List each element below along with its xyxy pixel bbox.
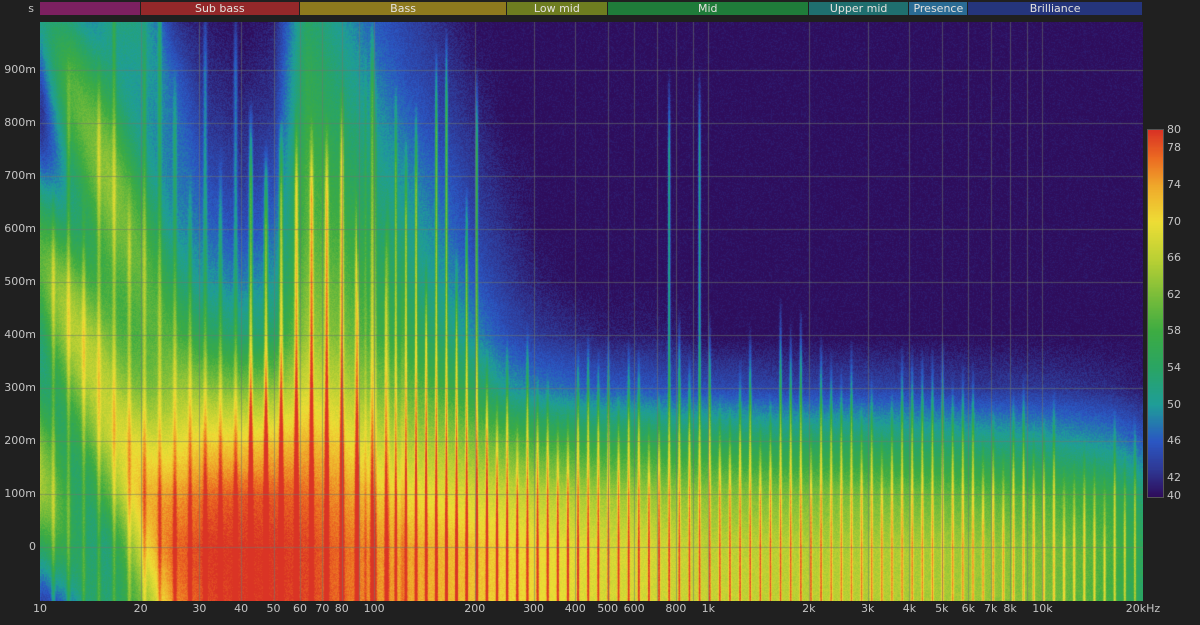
colorbar-tick-label: 70: [1167, 214, 1181, 228]
frequency-tick-label: 10k: [1032, 602, 1053, 615]
time-tick-label: 500m: [4, 275, 36, 288]
band-label: Presence: [913, 2, 964, 15]
band-segment: Low mid: [507, 2, 607, 15]
frequency-tick-label: 1k: [701, 602, 715, 615]
colorbar-tick-label: 54: [1167, 360, 1181, 374]
band-segment: [40, 2, 140, 15]
colorbar-tick-label: 66: [1167, 251, 1181, 265]
time-tick-label: 400m: [4, 328, 36, 341]
frequency-tick-label: 300: [523, 602, 545, 615]
colorbar-tick-label: 42: [1167, 470, 1181, 484]
frequency-tick-label: 500: [597, 602, 619, 615]
frequency-tick-label: 5k: [935, 602, 949, 615]
time-tick-label: 100m: [4, 487, 36, 500]
band-segment: Upper mid: [808, 2, 909, 15]
frequency-tick-label: 2k: [802, 602, 816, 615]
colorbar-tick-label: 80: [1167, 123, 1181, 136]
frequency-tick-label: 40: [234, 602, 249, 615]
colorbar-tick-label: 50: [1167, 397, 1181, 411]
band-label: Mid: [698, 2, 718, 15]
band-segment: Bass: [300, 2, 507, 15]
band-segment: Sub bass: [140, 2, 299, 15]
frequency-tick-label: 80: [334, 602, 349, 615]
band-label: Bass: [390, 2, 416, 15]
spectrogram-canvas[interactable]: [40, 22, 1143, 601]
band-segment: Brilliance: [968, 2, 1142, 15]
colorbar-tick-label: 62: [1167, 287, 1181, 301]
frequency-tick-label: 8k: [1003, 602, 1017, 615]
time-tick-label: 900m: [4, 63, 36, 76]
band-segment: Mid: [607, 2, 808, 15]
frequency-tick-label: 600: [623, 602, 645, 615]
time-tick-label: 0: [29, 540, 36, 553]
colorbar-tick-label: 46: [1167, 434, 1181, 448]
colorbar-tick-label: 58: [1167, 324, 1181, 338]
frequency-tick-label: 4k: [902, 602, 917, 615]
frequency-tick-label: 70: [315, 602, 330, 615]
band-label: Upper mid: [829, 2, 888, 15]
time-tick-label: 700m: [4, 169, 36, 182]
frequency-tick-label: 800: [665, 602, 687, 615]
frequency-tick-label: 6k: [961, 602, 975, 615]
spectrogram-app-window: s Sub bass Bass Low mid Mid Upper mid Presenc…: [0, 0, 1200, 625]
frequency-tick-label: 60: [293, 602, 307, 615]
frequency-tick-label: 10: [33, 602, 47, 615]
frequency-band-strip: Sub bass Bass Low mid Mid Upper mid Presence B…: [0, 0, 1200, 16]
time-tick-label: 800m: [4, 116, 36, 129]
frequency-tick-label: 200: [464, 602, 486, 615]
frequency-tick-label: 3k: [861, 602, 875, 615]
frequency-tick-label: 7k: [983, 602, 998, 615]
colorbar-tick-label: 40: [1167, 489, 1181, 502]
time-tick-label: 300m: [4, 381, 36, 394]
band-label: Low mid: [533, 2, 580, 15]
colorbar-tick-label: 78: [1167, 141, 1181, 155]
band-label: Sub bass: [194, 2, 245, 15]
frequency-tick-label: 100: [363, 602, 385, 615]
frequency-tick-label: 30: [192, 602, 207, 615]
time-tick-label: 200m: [4, 434, 36, 447]
band-segment: Presence: [909, 2, 968, 15]
colorbar-tick-label: 74: [1167, 177, 1181, 191]
frequency-tick-label: 20: [133, 602, 148, 615]
frequency-tick-label: 20kHz: [1125, 602, 1161, 615]
colorbar-gradient: [1147, 129, 1164, 498]
frequency-tick-label: 50: [266, 602, 281, 615]
time-tick-label: 600m: [4, 222, 36, 235]
band-label: Brilliance: [1029, 2, 1081, 15]
frequency-tick-label: 400: [564, 602, 586, 615]
